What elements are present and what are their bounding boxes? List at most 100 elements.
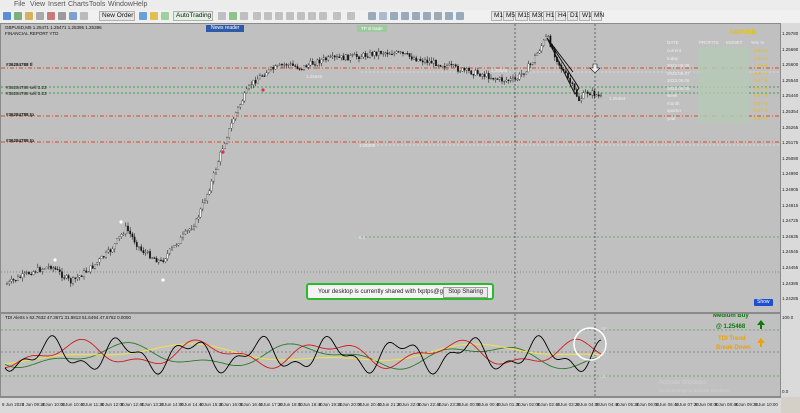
menu-file[interactable]: File bbox=[14, 0, 25, 10]
crosshair-icon[interactable] bbox=[379, 12, 387, 20]
candle-body bbox=[140, 246, 143, 251]
candle-body bbox=[204, 200, 206, 203]
new-chart-icon[interactable] bbox=[3, 12, 11, 20]
terminal-icon[interactable] bbox=[58, 12, 66, 20]
candle-body bbox=[28, 272, 30, 275]
candle-body bbox=[67, 275, 70, 279]
channel-icon[interactable] bbox=[423, 12, 431, 20]
candle-body bbox=[459, 71, 462, 73]
stop-sharing-button[interactable]: Stop Sharing bbox=[443, 287, 488, 298]
candle-body bbox=[463, 67, 466, 71]
timeframe-m1[interactable]: M1 bbox=[491, 11, 503, 21]
menu-tools[interactable]: Tools bbox=[89, 0, 105, 10]
menu-window[interactable]: Window bbox=[108, 0, 133, 10]
templates-icon[interactable] bbox=[333, 12, 341, 20]
candle-body bbox=[133, 236, 136, 243]
candles-svg[interactable] bbox=[1, 24, 781, 313]
menu-view[interactable]: View bbox=[30, 0, 45, 10]
report-table: DATE PROFITS MONEY %% % current 0.61 % tod… bbox=[665, 38, 776, 124]
price-tick: 1.24385 bbox=[782, 280, 799, 286]
menu-charts[interactable]: Charts bbox=[68, 0, 89, 10]
candlestick-icon[interactable] bbox=[229, 12, 237, 20]
candle-body bbox=[479, 73, 481, 77]
candle-body bbox=[360, 56, 363, 60]
alerts-icon[interactable] bbox=[150, 12, 158, 20]
metaeditor-icon[interactable] bbox=[139, 12, 147, 20]
candle-body bbox=[362, 53, 365, 58]
time-axis[interactable]: 8 Jun 2023 8 Jun 09:20 8 Jun 10:00 8 Jun 10… bbox=[0, 397, 781, 413]
candle-body bbox=[303, 65, 305, 70]
timeframe-m15[interactable]: M15 bbox=[515, 11, 531, 21]
signal-dot bbox=[261, 88, 265, 92]
timeframe-m5[interactable]: M5 bbox=[503, 11, 515, 21]
candle-body bbox=[179, 236, 182, 244]
price-axis[interactable]: 1.25780 1.25690 1.25600 1.25540 1.25440 1.253… bbox=[780, 23, 800, 397]
chart-zoom-icon[interactable] bbox=[347, 12, 355, 20]
new-order-button[interactable]: New Order bbox=[99, 11, 135, 21]
options-icon[interactable] bbox=[80, 12, 88, 20]
candle-body bbox=[19, 276, 22, 278]
chart-shift-icon[interactable] bbox=[286, 12, 294, 20]
price-chart[interactable]: GBPUSD,M5 1.25471 1.25471 1.25395 1.2539… bbox=[0, 23, 781, 313]
candle-body bbox=[505, 79, 508, 82]
candle-body bbox=[243, 92, 246, 102]
candle-body bbox=[116, 238, 118, 244]
timeframe-h1[interactable]: H1 bbox=[543, 11, 554, 21]
timeframe-w1[interactable]: W1 bbox=[579, 11, 592, 21]
financial-report-title: FINANCIAL REPORT YTD bbox=[5, 31, 59, 36]
timeframe-m30[interactable]: M30 bbox=[529, 11, 545, 21]
show-button[interactable]: Show bbox=[754, 299, 773, 306]
navigator-icon[interactable] bbox=[47, 12, 55, 20]
trade-panel-button[interactable]: TP sl trade bbox=[357, 25, 387, 32]
indicators-icon[interactable] bbox=[308, 12, 316, 20]
arrows-icon[interactable] bbox=[456, 12, 464, 20]
line-chart-icon[interactable] bbox=[240, 12, 248, 20]
menu-insert[interactable]: Insert bbox=[48, 0, 66, 10]
report-row-value: 1.79 % bbox=[754, 63, 769, 68]
candle-body bbox=[230, 122, 233, 129]
candle-body bbox=[509, 78, 512, 81]
price-tick: 1.25080 bbox=[782, 155, 799, 161]
autoscroll-icon[interactable] bbox=[297, 12, 305, 20]
zoom-in-icon[interactable] bbox=[253, 12, 261, 20]
zoom-out-icon[interactable] bbox=[264, 12, 272, 20]
cursor-icon[interactable] bbox=[368, 12, 376, 20]
fibonacci-icon[interactable] bbox=[434, 12, 442, 20]
bar-chart-icon[interactable] bbox=[218, 12, 226, 20]
candle-body bbox=[311, 61, 314, 65]
price-tick: 1.24455 bbox=[782, 265, 799, 270]
take-profit-label-1: #36284788 tp bbox=[6, 112, 35, 117]
candle-body bbox=[111, 248, 114, 253]
candle-body bbox=[58, 269, 61, 272]
vertical-line-icon[interactable] bbox=[390, 12, 398, 20]
candle-body bbox=[50, 265, 52, 269]
pair-label: GBPUSD bbox=[730, 30, 756, 36]
market-watch-icon[interactable] bbox=[25, 12, 33, 20]
strategy-tester-icon[interactable] bbox=[69, 12, 77, 20]
profiles-icon[interactable] bbox=[14, 12, 22, 20]
news-reader-button[interactable]: News reader bbox=[206, 25, 245, 32]
signals-icon[interactable] bbox=[161, 12, 169, 20]
candle-body bbox=[193, 226, 195, 230]
data-window-icon[interactable] bbox=[36, 12, 44, 20]
level-label-5: 0.1 bbox=[359, 235, 366, 240]
candle-body bbox=[283, 64, 286, 66]
candle-body bbox=[127, 225, 129, 232]
candle-body bbox=[8, 281, 11, 285]
candle-body bbox=[569, 77, 572, 83]
timeframe-h4[interactable]: H4 bbox=[555, 11, 566, 21]
periods-icon[interactable] bbox=[319, 12, 327, 20]
candle-body bbox=[100, 256, 103, 259]
candle-body bbox=[113, 243, 116, 250]
tile-windows-icon[interactable] bbox=[275, 12, 283, 20]
horizontal-line-icon[interactable] bbox=[401, 12, 409, 20]
menu-help[interactable]: Help bbox=[133, 0, 147, 10]
candle-body bbox=[89, 265, 92, 272]
autotrading-button[interactable]: AutoTrading bbox=[173, 11, 213, 21]
text-label-icon[interactable] bbox=[445, 12, 453, 20]
tdi-indicator-window[interactable]: TDI Alerts v 62.7632 47.3671 31.9813 51.… bbox=[0, 313, 781, 397]
timeframe-d1[interactable]: D1 bbox=[567, 11, 578, 21]
candle-body bbox=[21, 273, 24, 278]
trendline-icon[interactable] bbox=[412, 12, 420, 20]
timeframe-mn[interactable]: MN bbox=[591, 11, 604, 21]
